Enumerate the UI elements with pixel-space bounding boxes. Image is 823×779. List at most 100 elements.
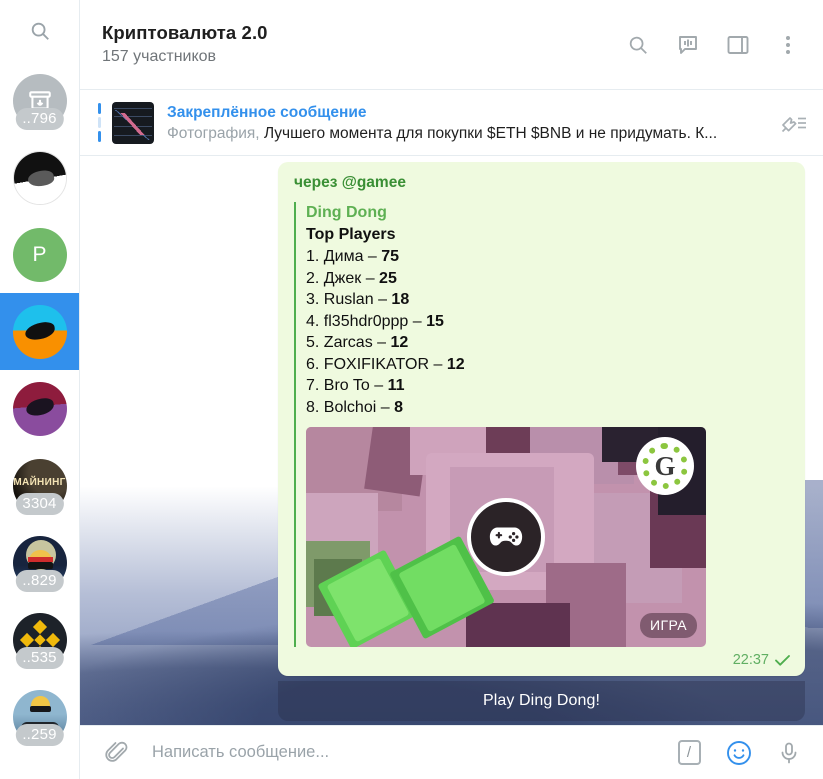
emoji-icon (727, 740, 751, 765)
player-name: Bro To (323, 377, 370, 394)
player-dash: – (412, 312, 422, 330)
chat-main: Криптовалюта 2.0 157 участников Закреплё… (80, 0, 823, 779)
player-dash: – (378, 291, 387, 308)
player-row: 4. fl35hdr0ppp – 15 (306, 311, 793, 333)
sidebar-item-chat-purple[interactable] (0, 370, 79, 447)
webpage-title: Top Players (306, 226, 396, 243)
sent-check-icon (775, 655, 790, 666)
unread-badge: 3304 (15, 492, 64, 515)
chat-header: Криптовалюта 2.0 157 участников (80, 0, 823, 90)
pin-list-icon (781, 116, 806, 132)
pinned-text: Закреплённое сообщение Фотография, Лучше… (167, 102, 771, 144)
telegram-window: ..796 P МАЙНИНГ 3304 ..829 ..535 ..259 К… (0, 0, 823, 779)
member-count: 157 участников (102, 48, 217, 65)
gamee-letter: G (654, 450, 676, 481)
message-time: 22:37 (732, 652, 769, 668)
sidebar-item-chat-suit[interactable]: ..259 (0, 678, 79, 755)
chat-header-actions (625, 32, 807, 58)
player-score: 12 (390, 334, 409, 351)
slash-command-button[interactable]: / (675, 739, 703, 767)
sidebar-item-chat-p[interactable]: P (0, 216, 79, 293)
slash-command-icon: / (677, 740, 701, 765)
voice-record-button[interactable] (775, 739, 803, 767)
player-score: 15 (426, 312, 444, 330)
pinned-indicator (98, 102, 101, 143)
player-name: Zarcas (323, 334, 373, 351)
player-score: 75 (381, 248, 400, 265)
player-name: Дима (323, 248, 364, 265)
player-rank: 6. (306, 355, 320, 373)
avatar (12, 150, 67, 205)
microphone-icon (781, 742, 797, 763)
player-rank: 7. (306, 377, 320, 394)
pinned-message-bar[interactable]: Закреплённое сообщение Фотография, Лучше… (80, 90, 823, 156)
sidebar-item-chat-selected[interactable] (0, 293, 79, 370)
search-icon (629, 36, 647, 54)
pinned-thumbnail (112, 101, 154, 144)
player-score: 12 (446, 355, 465, 373)
message-meta: 22:37 (294, 649, 793, 671)
chat-list-sidebar: ..796 P МАЙНИНГ 3304 ..829 ..535 ..259 (0, 0, 80, 779)
player-rank: 2. (306, 269, 320, 287)
sidebar-item-chat-binance[interactable]: ..535 (0, 601, 79, 678)
message-composer: / (80, 725, 823, 779)
webpage-preview[interactable]: Ding Dong Top Players 1. Дима – 75 2. Дж… (294, 202, 793, 647)
composer-actions: / (675, 739, 807, 767)
sidebar-item-chat-moon[interactable]: ..829 (0, 524, 79, 601)
gamee-badge: G (636, 437, 694, 495)
player-dash: – (365, 269, 375, 287)
search-icon (31, 22, 49, 40)
unread-badge: ..796 (15, 107, 64, 130)
pinned-preview-text: Лучшего момента для покупки $ETH $BNB и … (263, 124, 718, 142)
avatar-text: МАЙНИНГ (13, 476, 66, 488)
player-score: 11 (387, 377, 405, 394)
header-search-button[interactable] (625, 32, 651, 58)
avatar: P (12, 227, 67, 282)
pinned-kind: Фотография, (167, 124, 260, 142)
sidebar-item-chat-mining[interactable]: МАЙНИНГ 3304 (0, 447, 79, 524)
sidebar-item-archived[interactable]: ..796 (0, 62, 79, 139)
message-list: через @gamee Ding Dong Top Players 1. Ди… (80, 156, 823, 725)
player-dash: – (374, 377, 384, 394)
sidebar-search-button[interactable] (0, 0, 79, 62)
player-dash: – (433, 355, 443, 373)
player-score: 18 (391, 291, 410, 308)
player-name: Bolchoi (323, 398, 377, 416)
player-row: 2. Джек – 25 (306, 268, 793, 290)
player-name: Джек (323, 269, 362, 287)
player-row: 3. Ruslan – 18 (306, 289, 793, 311)
chat-header-titles[interactable]: Криптовалюта 2.0 157 участников (102, 21, 625, 68)
pinned-title: Закреплённое сообщение (167, 103, 367, 121)
player-dash: – (377, 334, 387, 351)
game-preview-image[interactable]: G ИГРА (306, 427, 706, 647)
unread-badge: ..535 (15, 646, 64, 669)
player-dash: – (367, 248, 377, 265)
sidebar-item-chat-bw[interactable] (0, 139, 79, 216)
via-bot-label: через @gamee (294, 174, 406, 191)
attach-button[interactable] (102, 739, 130, 767)
gamepad-icon (489, 527, 523, 546)
unread-badge: ..829 (15, 569, 64, 592)
player-row: 1. Дима – 75 (306, 246, 793, 268)
player-name: fl35hdr0ppp (323, 312, 409, 330)
sidebar-toggle-button[interactable] (725, 32, 751, 58)
play-game-inline-button[interactable]: Play Ding Dong! (278, 681, 805, 721)
player-row: 6. FOXIFIKATOR – 12 (306, 354, 793, 376)
pinned-list-button[interactable] (779, 108, 809, 138)
play-game-button[interactable] (467, 498, 545, 576)
player-row: 7. Bro To – 11 (306, 375, 793, 397)
message-input[interactable] (130, 743, 675, 762)
emoji-button[interactable] (725, 739, 753, 767)
message-bubble[interactable]: через @gamee Ding Dong Top Players 1. Ди… (278, 162, 805, 676)
webpage-site-name: Ding Dong (306, 204, 387, 221)
player-rank: 1. (306, 248, 320, 265)
avatar (12, 381, 67, 436)
sidebar-toggle-icon (727, 35, 749, 54)
player-row: 8. Bolchoi – 8 (306, 397, 793, 419)
page-title: Криптовалюта 2.0 (102, 22, 268, 43)
voice-chat-button[interactable] (675, 32, 701, 58)
more-menu-button[interactable] (775, 32, 801, 58)
chat-scroll-area[interactable]: через @gamee Ding Dong Top Players 1. Ди… (80, 156, 823, 725)
player-name: FOXIFIKATOR (323, 355, 429, 373)
player-name: Ruslan (323, 291, 374, 308)
